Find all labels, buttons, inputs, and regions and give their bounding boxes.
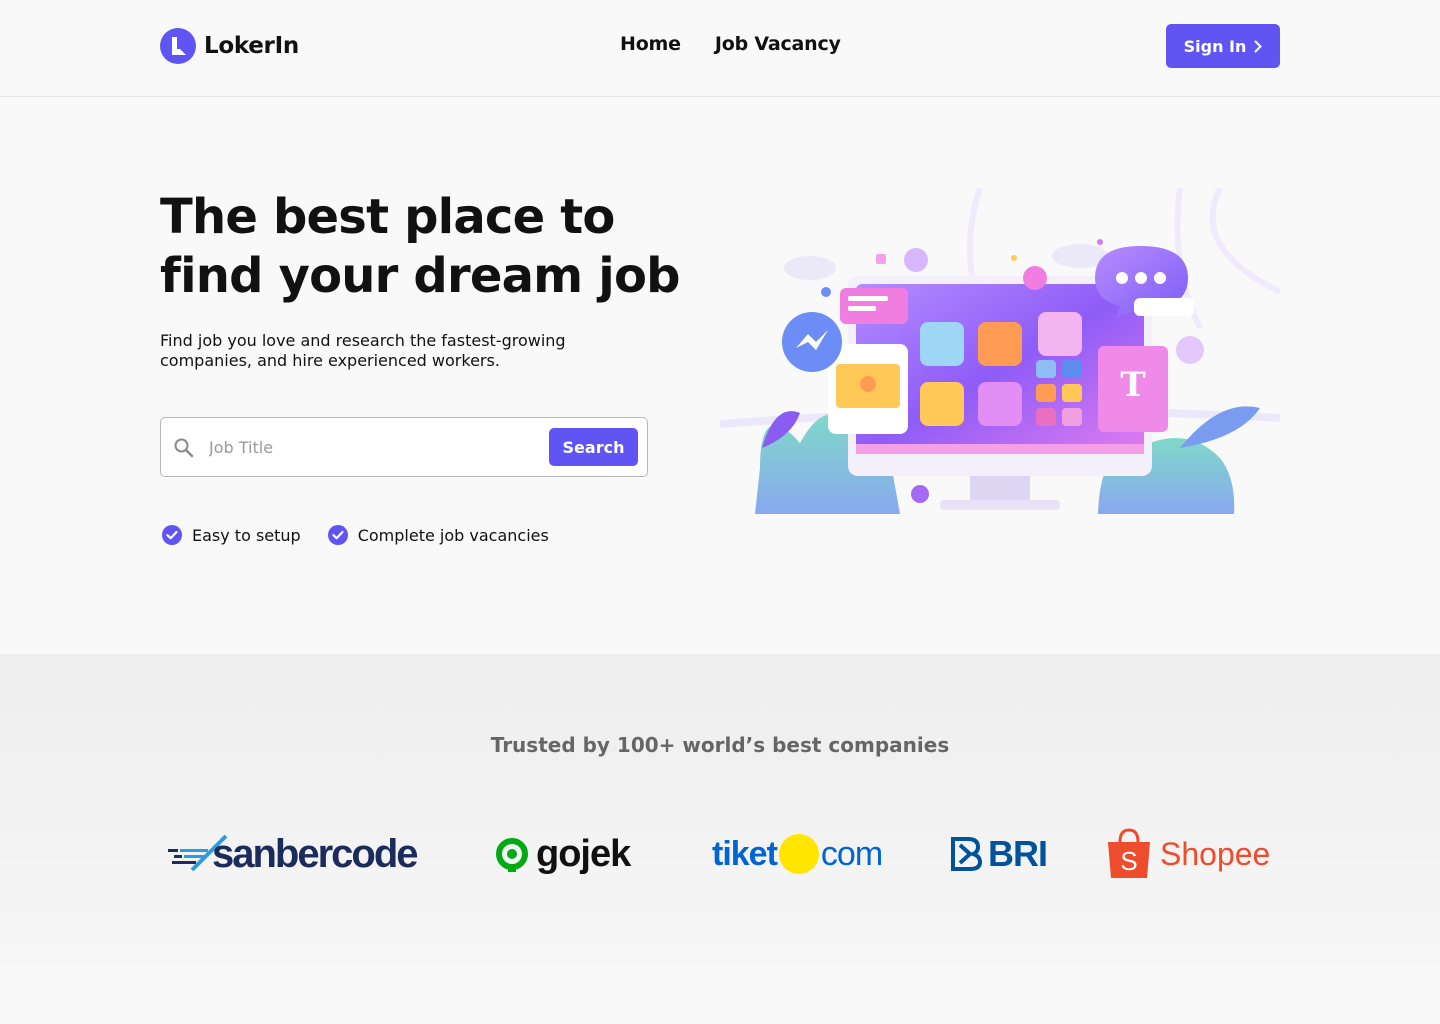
lokerin-logo-icon [160, 28, 196, 64]
feature-list: Easy to setup Complete job vacancies [161, 524, 575, 546]
top-navbar: LokerIn Home Job Vacancy Sign In [0, 0, 1440, 97]
sign-in-button[interactable]: Sign In [1166, 24, 1280, 68]
feature-item: Complete job vacancies [327, 524, 549, 546]
search-button[interactable]: Search [549, 428, 638, 466]
brand-logo[interactable]: LokerIn [160, 28, 299, 64]
check-circle-icon [327, 525, 348, 545]
job-title-input[interactable] [209, 432, 539, 462]
hero-subtitle: Find job you love and research the faste… [160, 331, 566, 370]
sanbercode-name: sanbercode [212, 831, 419, 876]
svg-text:T: T [1120, 365, 1145, 405]
bri-name: BRI [988, 833, 1048, 874]
bri-logo: BRI [950, 824, 1048, 884]
tiket-logo: tiket com [712, 824, 883, 884]
tiket-suffix: com [820, 834, 883, 873]
main-nav: Home Job Vacancy [620, 33, 875, 55]
feature-label: Easy to setup [192, 525, 301, 545]
feature-item: Easy to setup [161, 524, 301, 546]
nav-home[interactable]: Home [620, 33, 681, 55]
trusted-companies-section: Trusted by 100+ world’s best companies s… [0, 654, 1440, 964]
bri-mark-icon [951, 837, 983, 871]
sanbercode-logo: sanbercode [168, 824, 419, 884]
search-icon [174, 438, 194, 458]
feature-label: Complete job vacancies [357, 525, 549, 545]
brand-name: LokerIn [204, 33, 299, 59]
tiket-dot-icon [778, 834, 819, 874]
sign-in-label: Sign In [1183, 36, 1247, 56]
svg-text:S: S [1120, 846, 1137, 876]
nav-job-vacancy[interactable]: Job Vacancy [715, 33, 841, 55]
tiket-name: tiket [712, 834, 778, 873]
shopee-name: Shopee [1160, 835, 1271, 872]
hero-title: The best place to find your dream job [160, 189, 681, 304]
hero-illustration: T [720, 188, 1280, 514]
chevron-right-icon [1254, 40, 1263, 52]
trusted-title: Trusted by 100+ world’s best companies [490, 733, 950, 757]
gojek-mark-icon [496, 838, 528, 872]
gojek-name: gojek [536, 832, 631, 875]
check-circle-icon [162, 525, 182, 545]
shopee-bag-icon: S [1108, 828, 1150, 878]
shopee-logo: S Shopee [1106, 824, 1270, 884]
job-search-bar: Search [160, 417, 648, 477]
gojek-logo: gojek [494, 824, 631, 884]
